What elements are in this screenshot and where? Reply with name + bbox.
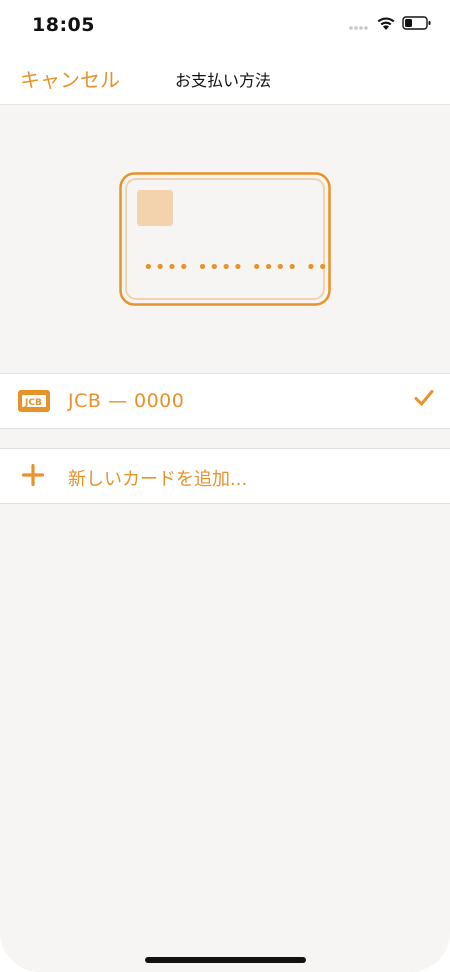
payment-method-label: JCB — 0000 xyxy=(68,390,185,412)
status-icons xyxy=(348,14,432,36)
page-title: お支払い方法 xyxy=(175,71,272,90)
navigation-bar: キャンセル お支払い方法 xyxy=(0,52,450,105)
payment-method-screen: 18:05 キャンセル お支払い方法 •••• •••• •••• •• JCB… xyxy=(0,0,450,972)
plus-icon xyxy=(21,463,45,490)
status-bar: 18:05 xyxy=(0,0,450,52)
checkmark-icon xyxy=(414,389,434,411)
battery-icon xyxy=(402,15,432,35)
status-time: 18:05 xyxy=(32,14,95,36)
cancel-button[interactable]: キャンセル xyxy=(20,64,120,93)
add-new-card-row[interactable]: 新しいカードを追加... xyxy=(0,448,450,504)
add-card-label: 新しいカードを追加... xyxy=(68,469,248,490)
card-masked-number: •••• •••• •••• •••• xyxy=(143,257,331,278)
jcb-logo-icon: JCB xyxy=(18,390,50,412)
card-illustration: •••• •••• •••• •••• xyxy=(119,172,352,310)
home-indicator[interactable] xyxy=(145,957,306,963)
payment-method-row-jcb[interactable]: JCB JCB — 0000 xyxy=(0,373,450,429)
jcb-logo-text: JCB xyxy=(24,398,42,408)
wifi-icon xyxy=(376,15,396,35)
card-chip xyxy=(137,190,173,226)
signal-dots-icon xyxy=(348,16,370,35)
